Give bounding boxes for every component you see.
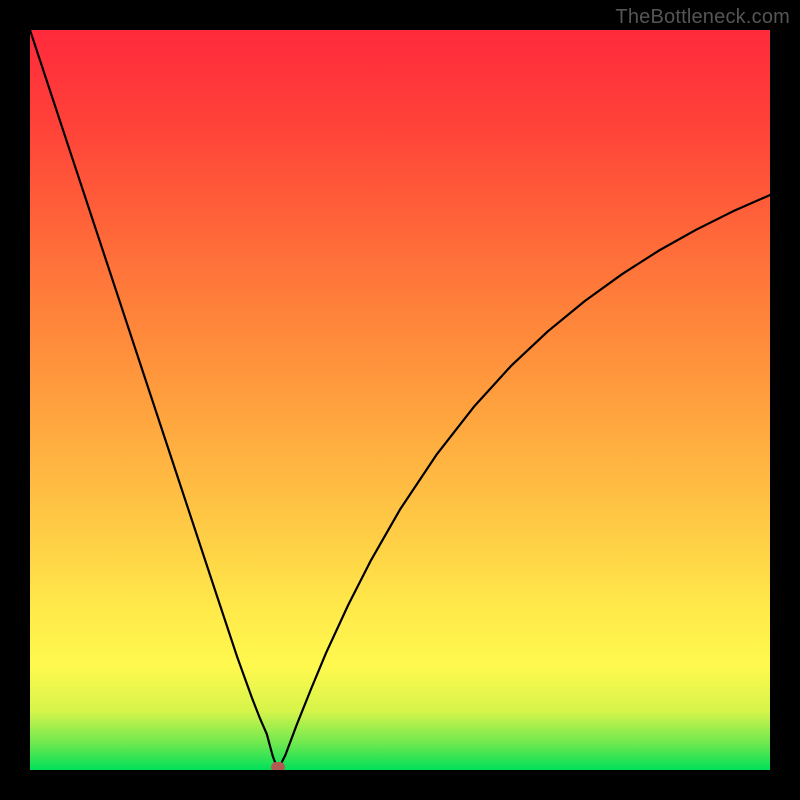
- plot-area: [30, 30, 770, 770]
- bottleneck-curve: [30, 30, 770, 770]
- watermark-text: TheBottleneck.com: [615, 6, 790, 29]
- chart-frame: TheBottleneck.com: [0, 0, 800, 800]
- minimum-marker: [271, 762, 285, 770]
